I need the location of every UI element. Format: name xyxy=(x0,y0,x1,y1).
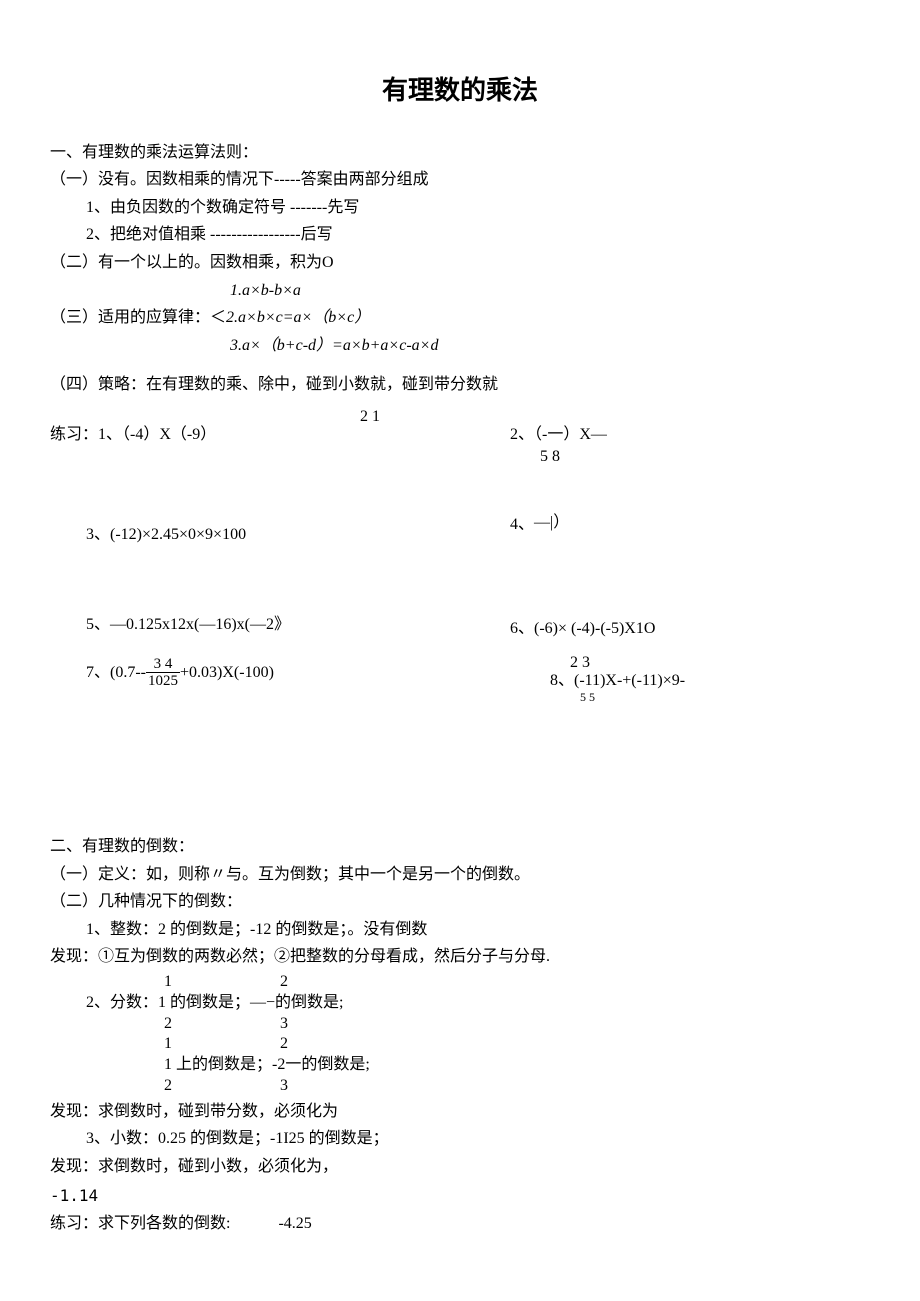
prob-7-num: 3 4 xyxy=(152,656,175,673)
rule-1-1: 1、由负因数的个数确定符号 -------先写 xyxy=(50,195,870,221)
sec2-find3-label: 发现： xyxy=(50,1158,98,1175)
practice-problems: 2 1 练习：1、（-4）X（-9） 2、（-一）X— 5 8 3、(-12)×… xyxy=(50,404,870,734)
prob-2-bot: 5 8 xyxy=(540,444,560,470)
prob-3: 3、(-12)×2.45×0×9×100 xyxy=(86,522,246,548)
rule-3: （三）适用的应算律：＜2.a×b×c=a×（b×c） xyxy=(50,305,870,331)
sec2-practice: 练习：求下列各数的倒数: -4.25 xyxy=(50,1211,870,1237)
sec2-s3-bot: 2 3 xyxy=(164,1076,870,1097)
sec2-dec: 3、小数：0.25 的倒数是；-1I25 的倒数是； xyxy=(50,1126,870,1152)
rule-3-eq: 2.a×b×c=a×（b×c） xyxy=(226,309,370,326)
sec2-int: 1、整数：2 的倒数是；-12 的倒数是；。没有倒数 xyxy=(50,917,870,943)
eq-3-text: 3.a×（b+c-d）=a×b+a×c-a×d xyxy=(230,337,438,354)
sec2-find1-text: ①互为倒数的两数必然；②把整数的分母看成，然后分子与分母. xyxy=(98,948,550,965)
sec2-neg114: -1.14 xyxy=(50,1183,870,1209)
sec2-s2-label: 2、分数： xyxy=(86,994,158,1011)
prob-7-den: 1025 xyxy=(146,672,180,690)
sec2-s2-bot: 2 3 xyxy=(86,1014,870,1035)
sec2-prac-val: -4.25 xyxy=(278,1215,311,1232)
eq-1: 1.a×b-b×a xyxy=(50,278,870,304)
rule-1-1-text: 1、由负因数的个数确定符号 ------- xyxy=(86,199,327,216)
prob-4-expr: —|） xyxy=(534,514,569,531)
prob-4-label: 4、 xyxy=(510,516,534,533)
sec1-head-tail: 法运算法则： xyxy=(162,144,258,161)
sec2-find2: 发现：求倒数时，碰到带分数，必须化为 xyxy=(50,1099,870,1125)
rule-1-text: （一）没有。因数相乘的情况下----- xyxy=(50,171,301,188)
sec2-def: （一）定义：如，则称〃与。互为倒数；其中一个是另一个的倒数。 xyxy=(50,862,870,888)
sec2-find3-text: 求倒数时，碰到小数，必须化为， xyxy=(98,1158,338,1175)
rule-1: （一）没有。因数相乘的情况下-----答案由两部分组成 xyxy=(50,167,870,193)
rule-1-1-bold: 先写 xyxy=(327,199,359,216)
section-2: 二、有理数的倒数： （一）定义：如，则称〃与。互为倒数；其中一个是另一个的倒数。… xyxy=(50,834,870,1237)
prob-4: 4、—|） xyxy=(510,512,569,538)
eq-3: 3.a×（b+c-d）=a×b+a×c-a×d xyxy=(50,333,870,359)
prob-8-bot: 5 5 xyxy=(580,688,595,707)
prob-7: 7、(0.7-- 3 4 1025 +0.03)X(-100) xyxy=(86,656,274,690)
sec2-find1-label: 发现： xyxy=(50,948,98,965)
prob-5: 5、—0.125x12x(—16)x(—2》 xyxy=(86,612,290,638)
prob-8: 8、(-11)X-+(-11)×9- xyxy=(550,668,685,694)
prob-2-top: 2 1 xyxy=(360,404,380,430)
sec2-int-text: 1、整数：2 的倒数是；-12 的倒数是；。 xyxy=(86,921,363,938)
rule-1-2-text: 2、把绝对值相乘 ----------------- xyxy=(86,226,301,243)
section-1-head: 一、有理数的乘法运算法则： xyxy=(50,140,870,166)
sec2-s3-top: 1 2 xyxy=(164,1034,870,1055)
prob-7-b: +0.03)X(-100) xyxy=(180,660,274,686)
rule-1-2: 2、把绝对值相乘 -----------------后写 xyxy=(50,222,870,248)
sec2-s2-mid-a: 1 的倒数是；—−的倒数是; xyxy=(158,994,343,1011)
sec2-s2-mid: 2、分数：1 的倒数是；—−的倒数是; xyxy=(86,993,870,1014)
sec2-frac-block-2: 1 2 1 上的倒数是；-2一的倒数是; 2 3 xyxy=(164,1034,870,1096)
rule-1-2-bold: 后写 xyxy=(301,226,333,243)
rule-1-bold: 答案由两部分组成 xyxy=(301,171,429,188)
eq-1-text: 1.a×b-b×a xyxy=(230,282,301,299)
sec2-prac-label: 练习：求下列各数的倒数: xyxy=(50,1215,230,1232)
sec2-head: 二、有理数的倒数： xyxy=(50,834,870,860)
sec2-find3: 发现：求倒数时，碰到小数，必须化为， xyxy=(50,1154,870,1180)
sec2-cases: （二）几种情况下的倒数： xyxy=(50,889,870,915)
sec2-int-bold: 没有倒数 xyxy=(363,921,427,938)
prob-1: 练习：1、（-4）X（-9） xyxy=(50,422,216,448)
sec2-s3-mid: 1 上的倒数是；-2一的倒数是; xyxy=(164,1055,870,1076)
sec1-head-bold: 一、有理数的乘 xyxy=(50,144,162,161)
page-title: 有理数的乘法 xyxy=(50,70,870,112)
prob-7-frac: 3 4 1025 xyxy=(146,656,180,690)
sec2-frac-block-1: 1 2 2、分数：1 的倒数是；—−的倒数是; 2 3 xyxy=(86,972,870,1034)
sec2-find1: 发现：①互为倒数的两数必然；②把整数的分母看成，然后分子与分母. xyxy=(50,944,870,970)
sec2-find2-text: 求倒数时，碰到带分数，必须化为 xyxy=(98,1103,338,1120)
rule-3-prefix: （三）适用的应算律：＜ xyxy=(50,309,226,326)
rule-2: （二）有一个以上的。因数相乘，积为O xyxy=(50,250,870,276)
prob-6: 6、(-6)× (-4)-(-5)X1O xyxy=(510,616,655,642)
prob-7-a: 7、(0.7-- xyxy=(86,660,146,686)
sec2-s2-top: 1 2 xyxy=(86,972,870,993)
sec2-find2-label: 发现： xyxy=(50,1103,98,1120)
rule-4: （四）策略：在有理数的乘、除中，碰到小数就，碰到带分数就 xyxy=(50,372,870,398)
